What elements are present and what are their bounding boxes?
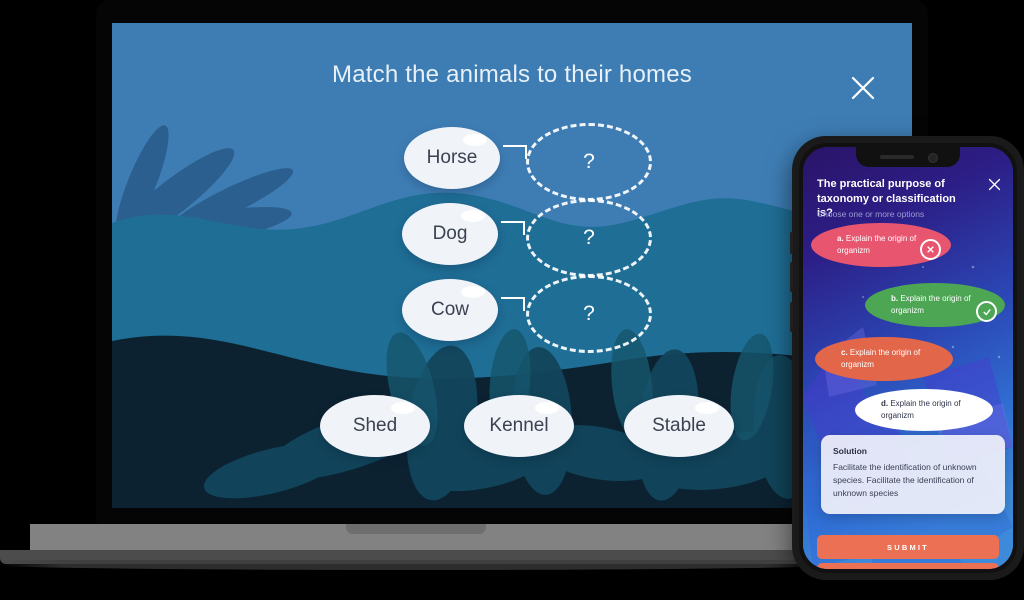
animal-pill-cow[interactable]: Cow <box>402 279 498 341</box>
solution-title: Solution <box>833 446 867 456</box>
quiz-option-a[interactable]: a. Explain the origin of organizm <box>811 223 951 267</box>
cross-icon <box>920 239 941 260</box>
quiz-option-c-key: c. <box>841 347 848 357</box>
page-title: Match the animals to their homes <box>332 61 692 88</box>
solution-body: Facilitate the identification of unknown… <box>833 462 977 499</box>
submit-button[interactable]: SUBMIT <box>817 535 999 559</box>
connector-line-1 <box>503 145 527 159</box>
drop-target-label: ? <box>583 150 595 173</box>
pill-gloss <box>460 285 485 298</box>
home-pill-stable[interactable]: Stable <box>624 395 734 457</box>
close-icon[interactable] <box>848 73 878 103</box>
connector-line-3 <box>501 297 525 311</box>
home-pill-label: Kennel <box>489 415 549 436</box>
phone-inner-frame: The practical purpose of taxonomy or cla… <box>799 143 1017 573</box>
close-icon[interactable] <box>988 178 1001 191</box>
pill-gloss <box>390 401 415 414</box>
drop-target-3[interactable]: ? <box>526 275 652 353</box>
quiz-option-c-text: c. Explain the origin of organizm <box>815 347 953 372</box>
quiz-option-b-label: Explain the origin of organizm <box>891 293 971 315</box>
animal-pill-dog[interactable]: Dog <box>402 203 498 265</box>
animal-pill-horse[interactable]: Horse <box>404 127 500 189</box>
solution-card: Solution Facilitate the identification o… <box>821 435 1005 514</box>
quiz-option-d[interactable]: d. Explain the origin of organizm <box>855 389 993 431</box>
pill-gloss <box>694 401 719 414</box>
phone-volume-up-button[interactable] <box>790 232 793 254</box>
home-pill-kennel[interactable]: Kennel <box>464 395 574 457</box>
drop-target-2[interactable]: ? <box>526 199 652 277</box>
camera-icon <box>928 153 938 163</box>
quiz-option-c-label: Explain the origin of organizm <box>841 347 921 369</box>
quiz-option-d-label: Explain the origin of organizm <box>881 398 961 420</box>
drop-target-1[interactable]: ? <box>526 123 652 201</box>
laptop-base-shadow <box>0 560 836 570</box>
quiz-option-c[interactable]: c. Explain the origin of organizm <box>815 337 953 381</box>
quiz-subtitle: Choose one or more options <box>817 209 925 219</box>
drop-target-label: ? <box>583 302 595 325</box>
drop-target-label: ? <box>583 226 595 249</box>
home-pill-label: Stable <box>652 415 706 436</box>
animal-pill-label: Dog <box>432 223 468 244</box>
laptop-base-notch <box>346 524 486 534</box>
animal-pill-label: Horse <box>426 147 478 168</box>
phone-notch <box>856 147 960 167</box>
home-pill-label: Shed <box>352 415 398 436</box>
pill-gloss <box>462 133 487 146</box>
pill-gloss <box>460 209 485 222</box>
check-icon <box>976 301 997 322</box>
phone-screen: The practical purpose of taxonomy or cla… <box>803 147 1013 569</box>
animal-pill-label: Cow <box>430 299 469 320</box>
home-pill-shed[interactable]: Shed <box>320 395 430 457</box>
quiz-option-a-label: Explain the origin of organizm <box>837 233 917 255</box>
speaker-icon <box>880 155 914 159</box>
phone-power-button[interactable] <box>790 302 793 332</box>
quiz-option-b[interactable]: b. Explain the origin of organizm <box>865 283 1005 327</box>
quiz-option-a-key: a. <box>837 233 844 243</box>
phone-mockup: The practical purpose of taxonomy or cla… <box>790 136 1024 580</box>
phone-volume-down-button[interactable] <box>790 262 793 292</box>
submit-button-secondary[interactable] <box>817 563 999 569</box>
quiz-option-d-text: d. Explain the origin of organizm <box>855 398 993 423</box>
quiz-option-d-key: d. <box>881 398 889 408</box>
pill-gloss <box>534 401 559 414</box>
quiz-option-b-key: b. <box>891 293 899 303</box>
connector-line-2 <box>501 221 525 235</box>
screenshot-stage: Match the animals to their homes Horse D… <box>0 0 1024 600</box>
